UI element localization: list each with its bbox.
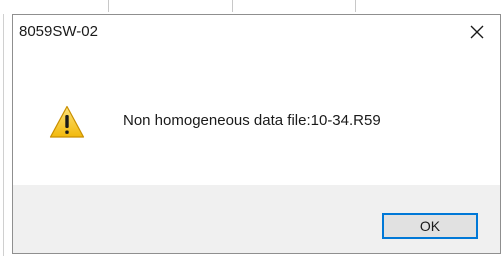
- ok-button[interactable]: OK: [382, 213, 478, 239]
- background-divider: [232, 0, 233, 12]
- background-divider: [108, 0, 109, 12]
- close-icon: [470, 25, 484, 39]
- message-dialog: 8059SW-02 Non homogeneous data file:10-3…: [12, 14, 501, 254]
- dialog-body: Non homogeneous data file:10-34.R59: [13, 49, 500, 185]
- background-edge: [3, 14, 4, 256]
- close-button[interactable]: [454, 15, 500, 49]
- dialog-title: 8059SW-02: [19, 23, 98, 40]
- dialog-footer: OK: [13, 185, 500, 253]
- dialog-titlebar[interactable]: 8059SW-02: [13, 15, 500, 49]
- warning-icon: [49, 105, 85, 138]
- background-divider: [355, 0, 356, 12]
- dialog-message: Non homogeneous data file:10-34.R59: [123, 112, 381, 129]
- background-window-top: [0, 0, 503, 14]
